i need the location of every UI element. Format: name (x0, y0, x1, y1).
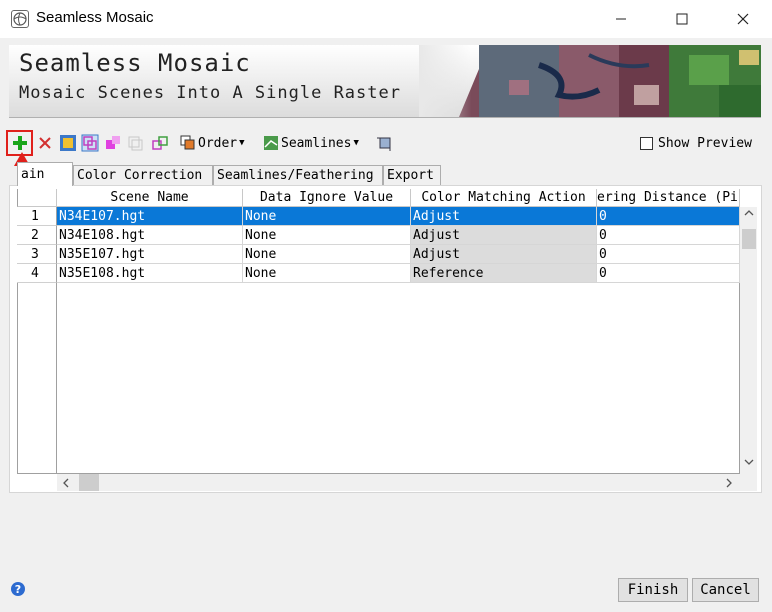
cancel-button[interactable]: Cancel (692, 578, 759, 602)
horizontal-scroll-thumb[interactable] (79, 474, 99, 491)
scroll-right-icon[interactable] (724, 477, 734, 493)
column-header-data-ignore-value[interactable]: Data Ignore Value (243, 189, 411, 207)
tab-color-correction[interactable]: Color Correction (73, 165, 213, 185)
table-cell-color-matching-action[interactable]: Reference (411, 264, 597, 283)
satellite-image (419, 45, 761, 117)
window-title: Seamless Mosaic (36, 9, 154, 26)
tab-seamlines-feathering[interactable]: Seamlines/Feathering (213, 165, 383, 185)
tab-label: Seamlines/Feathering (217, 168, 374, 183)
table-cell-color-matching-action[interactable]: Adjust (411, 245, 597, 264)
title-bar: Seamless Mosaic (0, 0, 772, 38)
tab-export[interactable]: Export (383, 165, 441, 185)
chevron-down-icon: ▼ (239, 138, 245, 148)
finish-button[interactable]: Finish (618, 578, 688, 602)
banner-subtitle: Mosaic Scenes Into A Single Raster (19, 83, 401, 103)
column-header-color-matching-action[interactable]: Color Matching Action (411, 189, 597, 207)
order-dropdown[interactable]: Order ▼ (180, 133, 245, 153)
row-number-header (17, 189, 57, 207)
tab-main[interactable]: ain (17, 162, 73, 186)
link-layers-icon[interactable] (151, 133, 169, 153)
header-banner: Seamless Mosaic Mosaic Scenes Into A Sin… (9, 45, 761, 118)
tab-label: Color Correction (77, 168, 203, 183)
column-header-feathering-distance[interactable]: ering Distance (Pi (597, 189, 740, 207)
seamlines-dropdown[interactable]: Seamlines ▼ (263, 133, 359, 153)
disabled-layer-icon (126, 133, 144, 153)
table-cell-scene-name[interactable]: N34E107.hgt (57, 207, 243, 226)
table-cell-scene-name[interactable]: N35E107.hgt (57, 245, 243, 264)
app-icon (11, 10, 29, 28)
footprint-icon[interactable] (59, 133, 77, 153)
svg-text:?: ? (15, 583, 21, 596)
scroll-left-icon[interactable] (61, 477, 71, 493)
minimize-icon[interactable] (598, 0, 644, 38)
table-cell-scene-name[interactable]: N35E108.hgt (57, 264, 243, 283)
scroll-down-icon[interactable] (743, 456, 755, 471)
seamlines-icon (264, 136, 278, 150)
vertical-scroll-thumb[interactable] (742, 229, 756, 249)
table-cell-feathering-distance[interactable]: 0 (597, 207, 740, 226)
checkbox-box[interactable] (640, 136, 653, 150)
table-cell-data-ignore-value[interactable]: None (243, 226, 411, 245)
tab-label: Export (387, 168, 434, 183)
row-number[interactable]: 1 (17, 207, 57, 226)
table-cell-color-matching-action[interactable]: Adjust (411, 207, 597, 226)
scroll-up-icon[interactable] (743, 208, 755, 221)
table-cell-feathering-distance[interactable]: 0 (597, 245, 740, 264)
order-label: Order (198, 135, 238, 151)
table-cell-scene-name[interactable]: N34E108.hgt (57, 226, 243, 245)
show-boundaries-icon[interactable] (81, 133, 99, 153)
table-cell-data-ignore-value[interactable]: None (243, 207, 411, 226)
chevron-down-icon: ▼ (353, 138, 359, 148)
maximize-icon[interactable] (659, 0, 705, 38)
show-preview-checkbox[interactable]: Show Preview (640, 133, 752, 153)
horizontal-scrollbar[interactable] (57, 474, 757, 491)
tab-label: ain (21, 167, 45, 182)
row-number[interactable]: 2 (17, 226, 57, 245)
table-cell-color-matching-action[interactable]: Adjust (411, 226, 597, 245)
seamlines-label: Seamlines (281, 135, 352, 151)
overlap-icon[interactable] (104, 133, 122, 153)
table-cell-data-ignore-value[interactable]: None (243, 245, 411, 264)
banner-title: Seamless Mosaic (19, 49, 251, 77)
row-number[interactable]: 4 (17, 264, 57, 283)
close-icon[interactable] (720, 0, 766, 38)
show-preview-label: Show Preview (658, 135, 752, 151)
order-icon (180, 135, 195, 150)
table-cell-feathering-distance[interactable]: 0 (597, 226, 740, 245)
column-header-scene-name[interactable]: Scene Name (57, 189, 243, 207)
remove-file-button[interactable] (36, 133, 54, 153)
table-cell-data-ignore-value[interactable]: None (243, 264, 411, 283)
table-cell-feathering-distance[interactable]: 0 (597, 264, 740, 283)
help-icon[interactable]: ? (10, 581, 26, 601)
crop-icon[interactable] (376, 133, 394, 153)
row-number[interactable]: 3 (17, 245, 57, 264)
